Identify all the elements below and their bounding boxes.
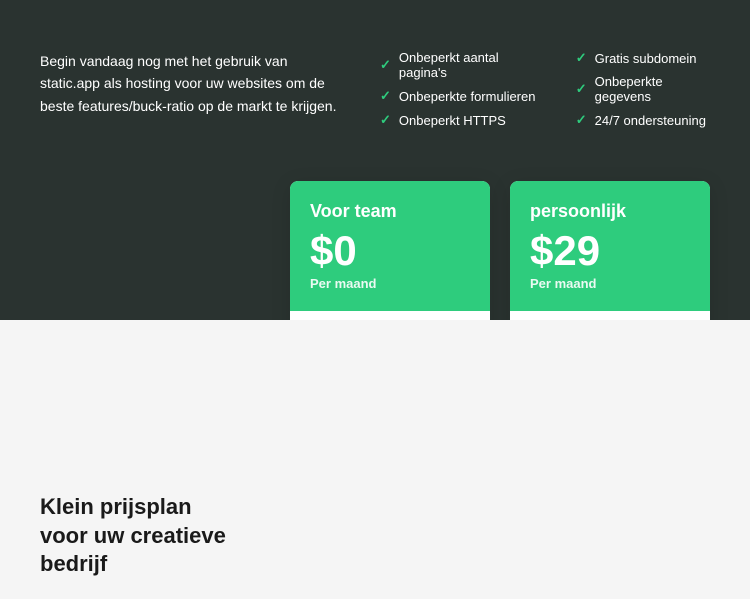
card-price-personal: $29 xyxy=(530,230,690,272)
check-icon-2: ✓ xyxy=(380,88,391,104)
card-price-team: $0 xyxy=(310,230,470,272)
feature-label-3: Onbeperkt HTTPS xyxy=(399,113,506,128)
tagline-heading: Klein prijsplan voor uw creatieve bedrij… xyxy=(40,493,226,579)
tagline-line2: voor uw creatieve xyxy=(40,523,226,548)
feature-label-6: 24/7 ondersteuning xyxy=(595,113,706,128)
check-icon-1: ✓ xyxy=(380,57,391,73)
card-period-personal: Per maand xyxy=(530,276,690,291)
feature-label-5: Onbeperkte gegevens xyxy=(595,74,710,104)
feature-item-5: ✓ Onbeperkte gegevens xyxy=(576,74,710,104)
intro-paragraph: Begin vandaag nog met het gebruik van st… xyxy=(40,50,340,117)
check-icon-4: ✓ xyxy=(576,50,587,66)
card-period-team: Per maand xyxy=(310,276,470,291)
feature-item-3: ✓ Onbeperkt HTTPS xyxy=(380,112,536,128)
feature-label-1: Onbeperkt aantal pagina's xyxy=(399,50,536,80)
features-col-2: ✓ Gratis subdomein ✓ Onbeperkte gegevens… xyxy=(576,50,710,128)
dark-section: Begin vandaag nog met het gebruik van st… xyxy=(0,0,750,320)
card-title-personal: persoonlijk xyxy=(530,201,690,222)
feature-item-2: ✓ Onbeperkte formulieren xyxy=(380,88,536,104)
feature-item-4: ✓ Gratis subdomein xyxy=(576,50,710,66)
check-icon-5: ✓ xyxy=(576,81,587,97)
tagline-line3: bedrijf xyxy=(40,551,107,576)
card-header-team: Voor team $0 Per maand xyxy=(290,181,490,311)
feature-item-1: ✓ Onbeperkt aantal pagina's xyxy=(380,50,536,80)
page-wrapper: Begin vandaag nog met het gebruik van st… xyxy=(0,0,750,599)
tagline-line1: Klein prijsplan xyxy=(40,494,192,519)
features-grid: ✓ Onbeperkt aantal pagina's ✓ Onbeperkte… xyxy=(380,40,710,128)
feature-label-2: Onbeperkte formulieren xyxy=(399,89,536,104)
check-icon-6: ✓ xyxy=(576,112,587,128)
card-header-personal: persoonlijk $29 Per maand xyxy=(510,181,710,311)
feature-item-6: ✓ 24/7 ondersteuning xyxy=(576,112,710,128)
feature-label-4: Gratis subdomein xyxy=(595,51,697,66)
features-col-1: ✓ Onbeperkt aantal pagina's ✓ Onbeperkte… xyxy=(380,50,536,128)
check-icon-3: ✓ xyxy=(380,112,391,128)
intro-text-block: Begin vandaag nog met het gebruik van st… xyxy=(40,40,340,117)
white-section: Klein prijsplan voor uw creatieve bedrij… xyxy=(0,320,750,599)
card-title-team: Voor team xyxy=(310,201,470,222)
bottom-tagline: Klein prijsplan voor uw creatieve bedrij… xyxy=(40,493,226,579)
